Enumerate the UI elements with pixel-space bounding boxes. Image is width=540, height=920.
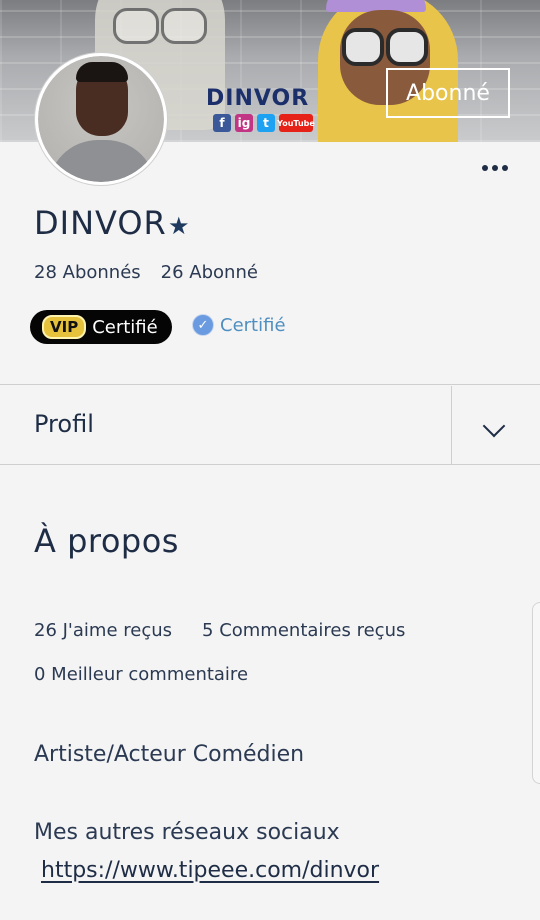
more-options-icon[interactable] — [480, 162, 510, 174]
vip-pill: VIP — [42, 315, 87, 339]
youtube-icon: YouTube — [277, 114, 315, 132]
tab-profile[interactable]: Profil — [0, 386, 540, 465]
vip-label: Certifié — [92, 316, 158, 338]
networks-label: Mes autres réseaux sociaux — [34, 820, 340, 845]
best-comment: 0 Meilleur commentaire — [34, 664, 249, 685]
about-title: À propos — [34, 522, 179, 560]
twitter-icon: t — [257, 114, 275, 132]
tab-separator — [451, 386, 452, 465]
instagram-icon: ig — [235, 114, 253, 132]
subscribe-button[interactable]: Abonné — [386, 68, 510, 118]
banner-socials: f ig t YouTube — [213, 114, 315, 132]
star-icon: ★ — [168, 212, 190, 240]
cartoon-glasses-icon — [342, 28, 384, 66]
chevron-down-icon[interactable] — [482, 414, 506, 438]
comments-received: 5 Commentaires reçus — [202, 620, 406, 641]
avatar[interactable] — [35, 53, 167, 185]
likes-received: 26 J'aime reçus — [34, 620, 173, 641]
certified-label: Certifié — [220, 314, 286, 336]
banner-brand-text: DINVOR — [206, 86, 310, 111]
following-count[interactable]: 26 Abonné — [161, 262, 258, 283]
certified-badge: ✓ Certifié — [192, 314, 286, 336]
avatar-hair — [76, 62, 128, 82]
facebook-icon: f — [213, 114, 231, 132]
cartoon-eye-icon — [113, 8, 159, 44]
dot — [492, 165, 498, 171]
about-stats: 26 J'aime reçus 5 Commentaires reçus — [34, 620, 405, 641]
avatar-photo — [38, 56, 164, 182]
networks-link[interactable]: https://www.tipeee.com/dinvor — [41, 858, 379, 883]
vip-badge: VIP Certifié — [30, 310, 172, 344]
divider — [0, 384, 540, 385]
follow-counts: 28 Abonnés 26 Abonné — [34, 262, 258, 283]
dot — [502, 165, 508, 171]
check-icon: ✓ — [192, 314, 214, 336]
avatar-body — [48, 140, 156, 182]
profile-name: DINVOR — [34, 204, 167, 242]
followers-count[interactable]: 28 Abonnés — [34, 262, 141, 283]
cartoon-eye-icon — [161, 8, 207, 44]
cartoon-glasses-icon — [386, 28, 428, 66]
profile-role: Artiste/Acteur Comédien — [34, 742, 305, 767]
divider — [0, 464, 540, 465]
scrollbar[interactable] — [532, 602, 540, 784]
dot — [482, 165, 488, 171]
tab-profile-label: Profil — [34, 410, 94, 438]
